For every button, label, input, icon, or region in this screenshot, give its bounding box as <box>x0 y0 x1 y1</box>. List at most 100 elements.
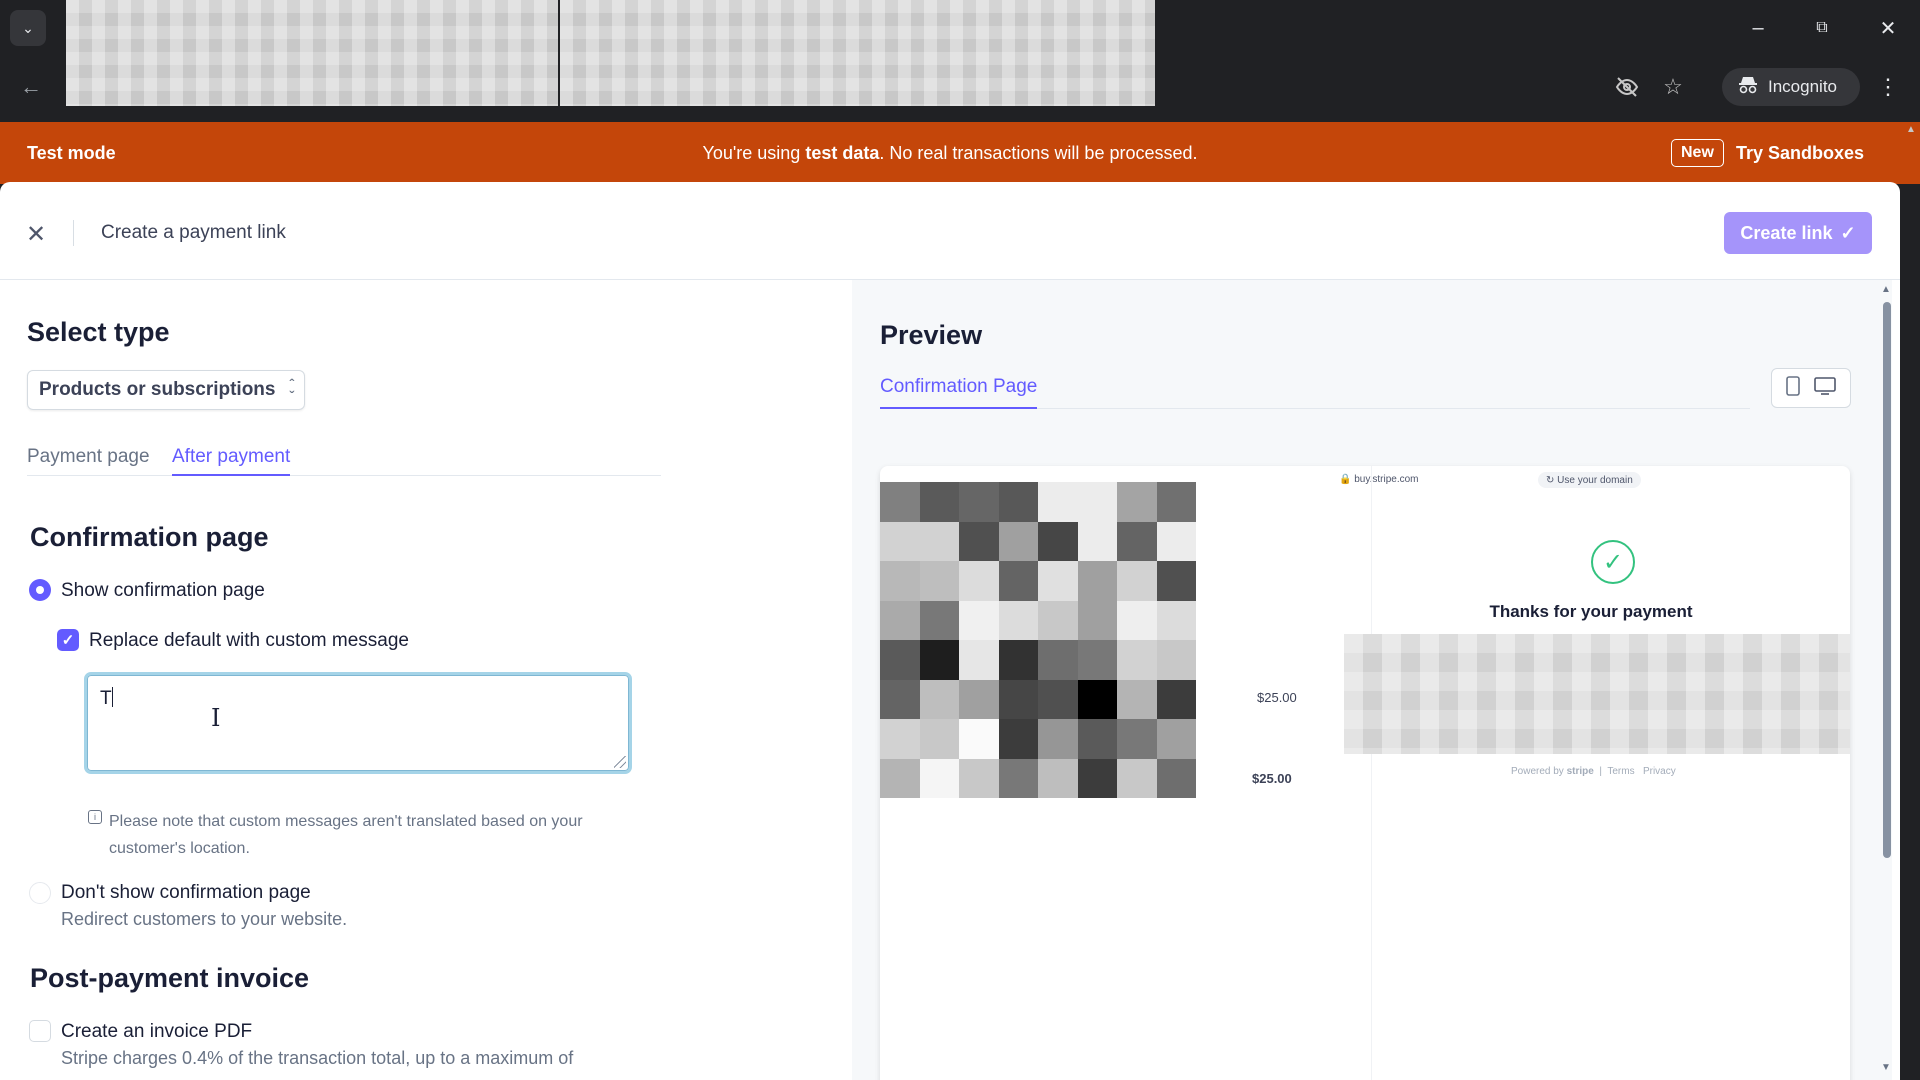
line-item-price: $25.00 <box>1257 690 1297 705</box>
test-data-message: You're using test data. No real transact… <box>702 143 1198 163</box>
replace-default-checkbox[interactable]: ✓ <box>57 629 79 651</box>
preview-footer: Powered by stripe | Terms Privacy <box>1511 766 1676 777</box>
create-invoice-checkbox[interactable] <box>29 1020 51 1042</box>
type-select[interactable]: Products or subscriptions ˆˇ <box>27 370 305 410</box>
invoice-description: Stripe charges 0.4% of the transaction t… <box>61 1048 574 1068</box>
mosaic-cell <box>1077 719 1117 759</box>
try-sandboxes-link[interactable]: Try Sandboxes <box>1736 143 1864 164</box>
mosaic-cell <box>1117 521 1157 561</box>
star-icon[interactable]: ☆ <box>1658 72 1688 102</box>
mosaic-cell <box>998 600 1038 640</box>
mosaic-cell <box>1117 719 1157 759</box>
mosaic-cell <box>919 758 959 798</box>
replace-default-label: Replace default with custom message <box>89 630 409 651</box>
tab-confirmation-page[interactable]: Confirmation Page <box>880 376 1038 409</box>
mosaic-cell <box>919 719 959 759</box>
post-payment-invoice-heading: Post-payment invoice <box>30 963 310 993</box>
mosaic-cell <box>1117 482 1157 522</box>
scroll-up-arrow[interactable]: ▲ <box>1880 284 1892 295</box>
mosaic-cell <box>1156 719 1196 759</box>
mosaic-cell <box>1077 758 1117 798</box>
mosaic-cell <box>880 758 920 798</box>
confirmation-preview-frame: 🔒 buy.stripe.com ↻ Use your domain $25.0… <box>880 466 1850 1080</box>
mosaic-cell <box>998 640 1038 680</box>
incognito-button[interactable]: Incognito <box>1722 68 1860 106</box>
mosaic-cell <box>1156 561 1196 601</box>
close-icon[interactable]: ✕ <box>22 220 50 248</box>
divider <box>73 220 74 246</box>
mosaic-cell <box>959 719 999 759</box>
mosaic-cell <box>919 679 959 719</box>
mosaic-cell <box>919 482 959 522</box>
preview-tabs: Confirmation Page <box>880 376 1750 409</box>
mosaic-cell <box>1156 758 1196 798</box>
more-vertical-icon[interactable]: ⋮ <box>1876 70 1900 104</box>
show-confirmation-radio[interactable] <box>29 579 51 601</box>
mosaic-cell <box>998 521 1038 561</box>
dont-show-label: Don't show confirmation page <box>61 882 311 903</box>
incognito-label: Incognito <box>1768 77 1837 96</box>
incognito-icon <box>1738 76 1758 99</box>
mosaic-cell <box>880 640 920 680</box>
close-window-icon[interactable]: ✕ <box>1868 10 1908 46</box>
mosaic-cell <box>1156 679 1196 719</box>
mosaic-cell <box>959 640 999 680</box>
redacted-custom-message <box>1344 634 1850 754</box>
mobile-icon[interactable] <box>1786 375 1800 401</box>
mosaic-cell <box>880 521 920 561</box>
payment-link-editor: ✕ Create a payment link Create link ✓ Se… <box>0 182 1900 1080</box>
mosaic-cell <box>880 482 920 522</box>
lock-icon: 🔒 <box>1339 474 1352 485</box>
mosaic-cell <box>1038 758 1078 798</box>
mosaic-cell <box>959 482 999 522</box>
page-scroll-up-arrow[interactable]: ▲ <box>1904 124 1918 135</box>
back-arrow-icon[interactable]: ← <box>14 70 48 104</box>
mosaic-cell <box>959 600 999 640</box>
custom-message-textarea[interactable]: T <box>84 672 632 774</box>
mosaic-cell <box>1038 482 1078 522</box>
desktop-icon[interactable] <box>1814 376 1836 400</box>
mosaic-cell <box>1156 600 1196 640</box>
mosaic-cell <box>1077 600 1117 640</box>
mosaic-cell <box>1077 679 1117 719</box>
mosaic-cell <box>919 561 959 601</box>
mosaic-cell <box>1077 640 1117 680</box>
mosaic-cell <box>1117 600 1157 640</box>
text-cursor-icon: I <box>211 704 221 732</box>
tab-payment-page[interactable]: Payment page <box>27 446 150 476</box>
preview-heading: Preview <box>880 320 983 350</box>
scrollbar-thumb[interactable] <box>1883 302 1891 858</box>
create-link-label: Create link <box>1740 222 1833 243</box>
thanks-message: Thanks for your payment <box>1489 602 1693 621</box>
mosaic-cell <box>1077 561 1117 601</box>
eye-off-icon[interactable] <box>1612 72 1642 102</box>
mosaic-cell <box>998 679 1038 719</box>
new-badge: New <box>1671 139 1724 167</box>
tab-after-payment[interactable]: After payment <box>172 446 291 476</box>
chevron-updown-icon: ˆˇ <box>289 376 294 404</box>
dont-show-confirmation-radio[interactable] <box>29 882 51 904</box>
settings-form: Select type Products or subscriptions ˆˇ… <box>0 280 852 1080</box>
browser-chrome: ⌄ – ⧉ ✕ ← ☆ Incognito ⋮ <box>0 0 1920 122</box>
tab-menu-chevron-down-icon[interactable]: ⌄ <box>10 10 46 46</box>
create-invoice-label: Create an invoice PDF <box>61 1021 253 1042</box>
mosaic-cell <box>1156 640 1196 680</box>
create-link-button[interactable]: Create link ✓ <box>1724 212 1872 254</box>
check-circle-icon: ✓ <box>1591 540 1635 584</box>
mosaic-cell <box>1077 482 1117 522</box>
mosaic-cell <box>998 561 1038 601</box>
scroll-down-arrow[interactable]: ▼ <box>1880 1062 1892 1073</box>
restore-icon[interactable]: ⧉ <box>1802 10 1842 46</box>
minimize-icon[interactable]: – <box>1738 10 1778 46</box>
test-mode-banner: Test mode You're using test data. No rea… <box>0 122 1920 184</box>
type-select-value: Products or subscriptions <box>39 379 276 400</box>
resize-handle[interactable] <box>614 756 626 768</box>
mosaic-cell <box>998 482 1038 522</box>
show-confirmation-label: Show confirmation page <box>61 580 265 601</box>
mosaic-cell <box>1117 561 1157 601</box>
mosaic-cell <box>880 719 920 759</box>
mosaic-cell <box>959 758 999 798</box>
info-icon: i <box>88 810 102 824</box>
mosaic-cell <box>959 521 999 561</box>
text-caret <box>111 687 113 707</box>
